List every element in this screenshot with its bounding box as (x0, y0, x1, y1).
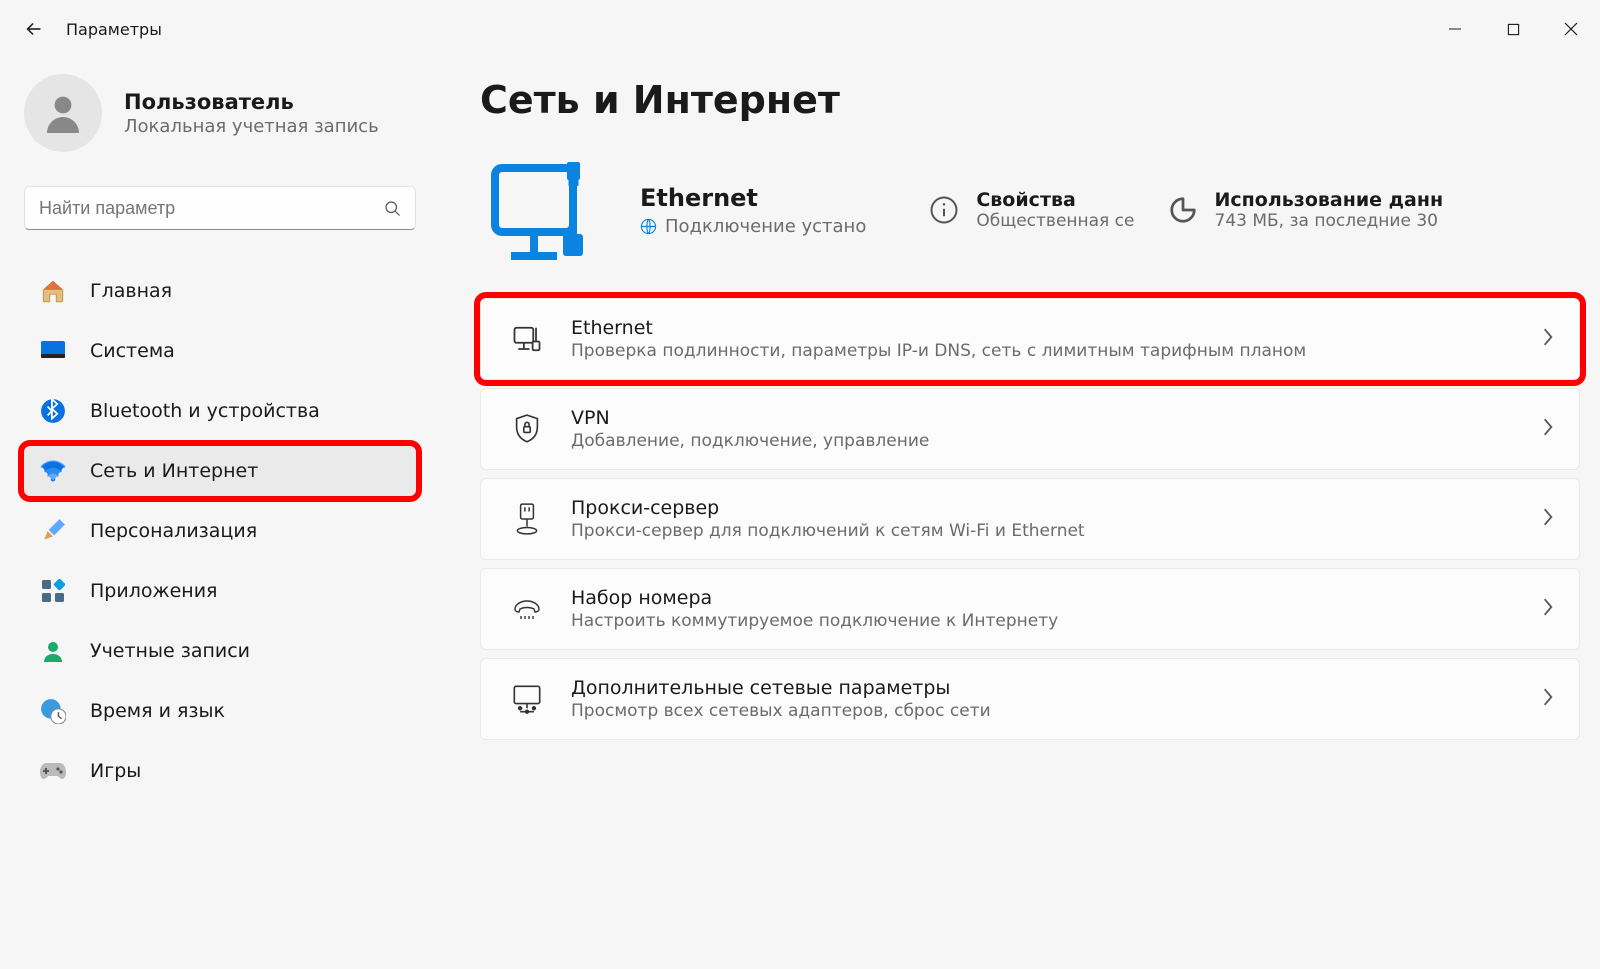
globe-clock-icon (38, 696, 68, 726)
sidebar-item-label: Главная (90, 280, 172, 302)
network-status-row: Ethernet Подключение устано Свойства Общ… (480, 150, 1580, 270)
bluetooth-icon (38, 396, 68, 426)
chevron-right-icon (1541, 327, 1555, 351)
properties-block[interactable]: Свойства Общественная се (926, 189, 1134, 231)
ethernet-large-icon (480, 150, 610, 270)
search-input[interactable] (39, 198, 383, 219)
card-subtitle: Настроить коммутируемое подключение к Ин… (571, 611, 1529, 631)
wifi-icon (38, 456, 68, 486)
sidebar-item-label: Время и язык (90, 700, 225, 722)
system-icon (38, 336, 68, 366)
sidebar-item-bluetooth[interactable]: Bluetooth и устройства (24, 386, 416, 436)
card-advanced-network[interactable]: Дополнительные сетевые параметры Просмот… (480, 658, 1580, 740)
close-button[interactable] (1542, 0, 1600, 58)
card-ethernet[interactable]: Ethernet Проверка подлинности, параметры… (480, 298, 1580, 380)
card-dialup[interactable]: Набор номера Настроить коммутируемое под… (480, 568, 1580, 650)
brush-icon (38, 516, 68, 546)
card-title: Набор номера (571, 587, 1529, 609)
minimize-button[interactable] (1426, 0, 1484, 58)
sidebar-item-label: Система (90, 340, 175, 362)
sidebar-item-label: Приложения (90, 580, 217, 602)
ethernet-icon (505, 324, 549, 354)
sidebar-item-label: Сеть и Интернет (90, 460, 258, 482)
sidebar-item-system[interactable]: Система (24, 326, 416, 376)
card-subtitle: Проверка подлинности, параметры IP-и DNS… (571, 341, 1529, 361)
phone-icon (505, 597, 549, 621)
main-content: Сеть и Интернет Ethernet Подк (440, 58, 1600, 806)
properties-label: Свойства (976, 189, 1134, 211)
globe-icon (640, 218, 657, 235)
sidebar-item-gaming[interactable]: Игры (24, 746, 416, 796)
sidebar-item-home[interactable]: Главная (24, 266, 416, 316)
profile-block[interactable]: Пользователь Локальная учетная запись (24, 74, 416, 152)
monitor-network-icon (505, 684, 549, 714)
status-primary[interactable]: Ethernet Подключение устано (640, 184, 866, 237)
profile-subtitle: Локальная учетная запись (124, 116, 379, 137)
profile-name: Пользователь (124, 90, 379, 114)
chevron-right-icon (1541, 507, 1555, 531)
gamepad-icon (38, 756, 68, 786)
sidebar-item-label: Персонализация (90, 520, 257, 542)
sidebar-item-time-language[interactable]: Время и язык (24, 686, 416, 736)
sidebar-item-label: Учетные записи (90, 640, 250, 662)
titlebar: Параметры (0, 0, 1600, 58)
sidebar-item-apps[interactable]: Приложения (24, 566, 416, 616)
data-usage-block[interactable]: Использование данн 743 МБ, за последние … (1165, 189, 1444, 231)
card-subtitle: Просмотр всех сетевых адаптеров, сброс с… (571, 701, 1529, 721)
connection-state: Подключение устано (640, 216, 866, 237)
properties-sub: Общественная се (976, 211, 1134, 231)
sidebar: Пользователь Локальная учетная запись Гл… (0, 58, 440, 806)
sidebar-item-personalization[interactable]: Персонализация (24, 506, 416, 556)
info-icon (926, 192, 962, 228)
card-vpn[interactable]: VPN Добавление, подключение, управление (480, 388, 1580, 470)
card-title: Прокси-сервер (571, 497, 1529, 519)
vpn-shield-icon (505, 414, 549, 444)
nav-list: Главная Система Bluetooth и устройства С… (24, 266, 416, 796)
data-usage-label: Использование данн (1215, 189, 1444, 211)
sidebar-item-label: Bluetooth и устройства (90, 400, 320, 422)
chevron-right-icon (1541, 597, 1555, 621)
page-title: Сеть и Интернет (480, 78, 1580, 122)
search-icon (383, 199, 401, 217)
sidebar-item-network[interactable]: Сеть и Интернет (24, 446, 416, 496)
chevron-right-icon (1541, 417, 1555, 441)
apps-icon (38, 576, 68, 606)
avatar (24, 74, 102, 152)
card-title: Ethernet (571, 317, 1529, 339)
maximize-button[interactable] (1484, 0, 1542, 58)
search-box[interactable] (24, 186, 416, 230)
back-button[interactable] (12, 0, 56, 58)
card-title: Дополнительные сетевые параметры (571, 677, 1529, 699)
arrow-left-icon (23, 18, 45, 40)
connection-name: Ethernet (640, 184, 866, 212)
chevron-right-icon (1541, 687, 1555, 711)
person-icon (38, 636, 68, 666)
sidebar-item-accounts[interactable]: Учетные записи (24, 626, 416, 676)
card-subtitle: Добавление, подключение, управление (571, 431, 1529, 451)
data-usage-icon (1165, 192, 1201, 228)
card-subtitle: Прокси-сервер для подключений к сетям Wi… (571, 521, 1529, 541)
proxy-icon (505, 503, 549, 535)
home-icon (38, 276, 68, 306)
card-title: VPN (571, 407, 1529, 429)
app-title: Параметры (66, 20, 162, 39)
data-usage-sub: 743 МБ, за последние 30 (1215, 211, 1444, 231)
card-proxy[interactable]: Прокси-сервер Прокси-сервер для подключе… (480, 478, 1580, 560)
sidebar-item-label: Игры (90, 760, 141, 782)
window-controls (1426, 0, 1600, 58)
